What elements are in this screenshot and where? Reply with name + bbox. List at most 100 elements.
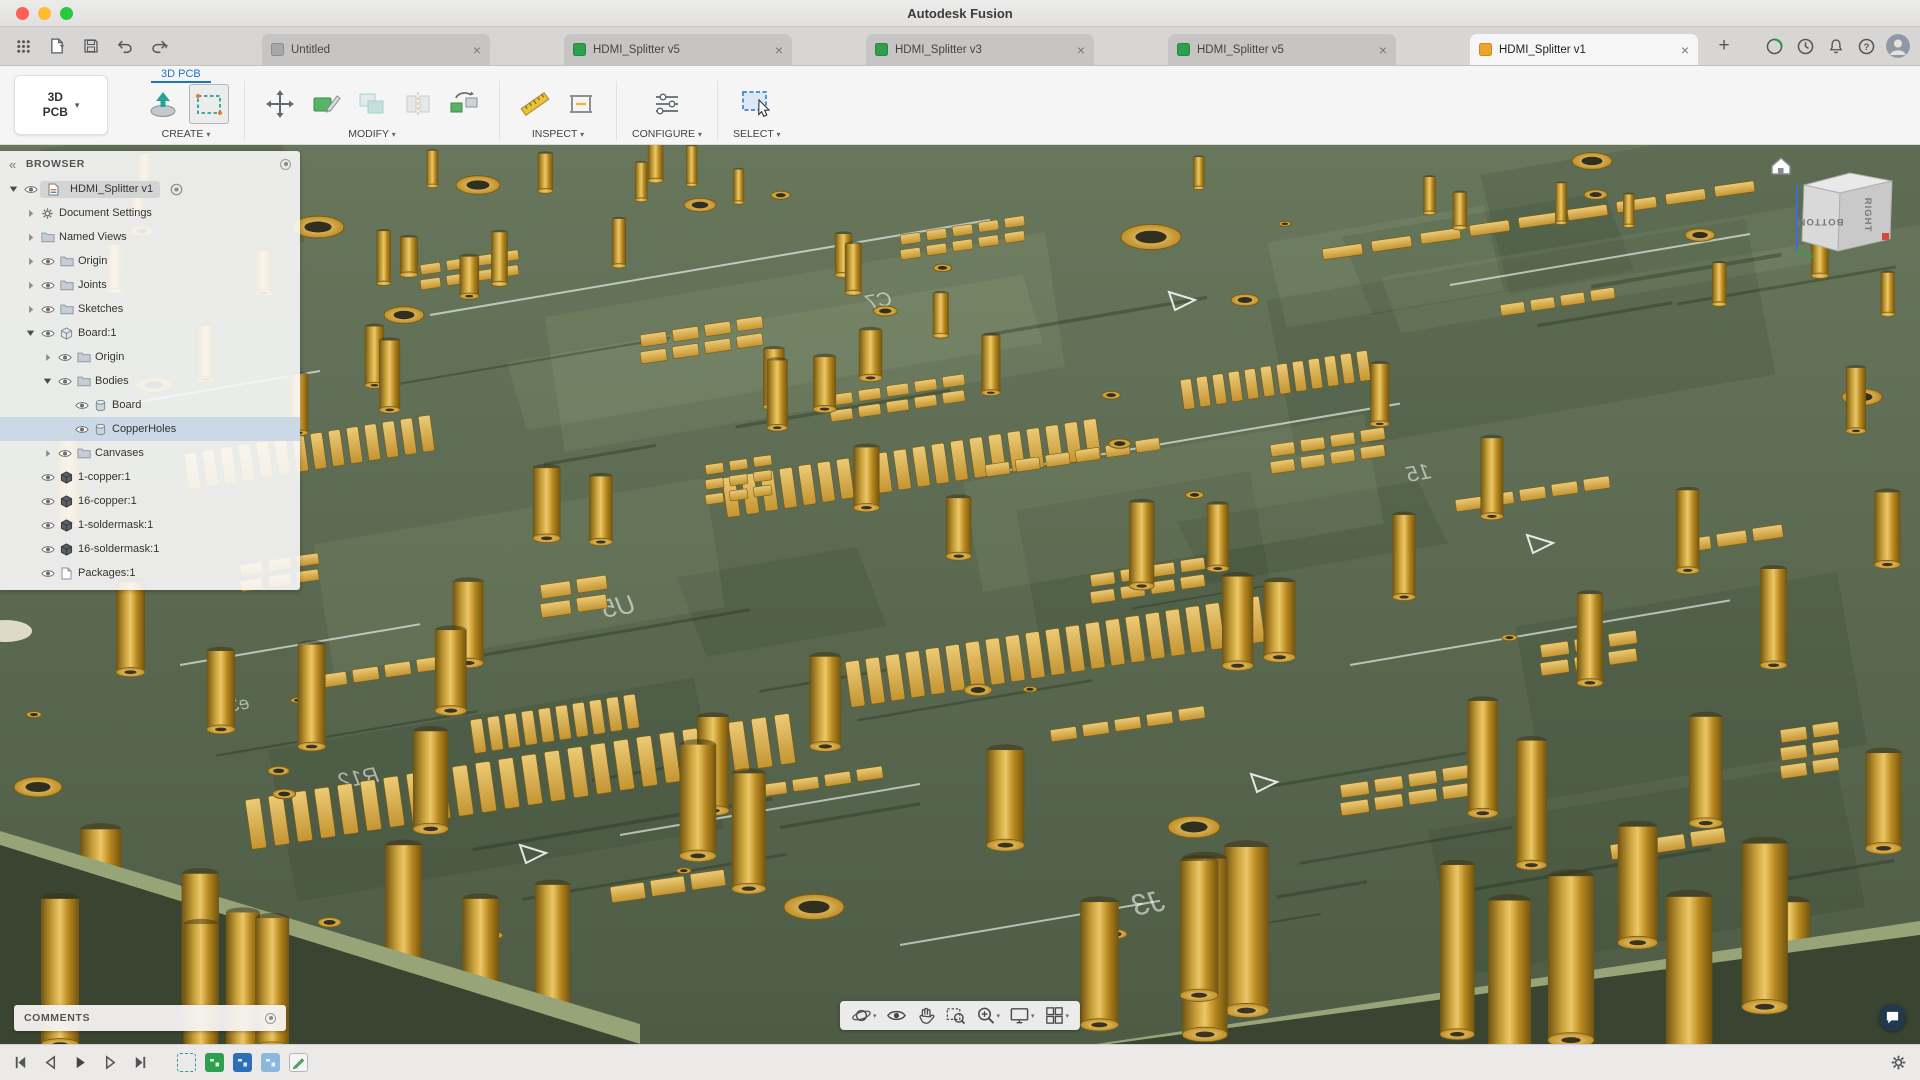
pan-tool-icon[interactable] <box>913 1004 937 1027</box>
zoom-tool-icon[interactable]: ▾ <box>972 1004 1002 1027</box>
tool-measure-button[interactable] <box>515 84 555 124</box>
toolbar-group-label[interactable]: SELECT ▾ <box>733 127 781 140</box>
collapse-panel-icon[interactable]: « <box>9 157 17 172</box>
comments-menu-dot-icon[interactable] <box>265 1013 276 1024</box>
visibility-eye-icon[interactable] <box>38 328 57 339</box>
browser-row-origin[interactable]: Origin <box>0 345 300 369</box>
undo-icon[interactable] <box>112 34 138 58</box>
timeline-chip-soldermask-feature[interactable] <box>261 1053 280 1072</box>
history-icon[interactable] <box>1796 37 1815 56</box>
visibility-eye-icon[interactable] <box>38 280 57 291</box>
timeline-settings-gear[interactable] <box>1890 1054 1907 1071</box>
document-tab-5[interactable]: HDMI_Splitter v1× <box>1470 34 1698 65</box>
display-tool-icon[interactable]: ▾ <box>1007 1004 1037 1027</box>
close-window-button[interactable] <box>16 7 29 20</box>
file-menu-icon[interactable]: ▾ <box>44 34 70 58</box>
browser-row-canvases[interactable]: Canvases <box>0 441 300 465</box>
tree-caret-icon[interactable] <box>23 305 38 314</box>
toolbar-group-label[interactable]: CONFIGURE ▾ <box>632 127 702 140</box>
timeline-chip-board-feature[interactable] <box>205 1053 224 1072</box>
orbit-tool-icon[interactable]: ▾ <box>849 1004 879 1027</box>
redo-icon[interactable]: ▾ <box>146 34 172 58</box>
visibility-eye-icon[interactable] <box>55 376 74 387</box>
zoom-window-tool-icon[interactable] <box>942 1004 967 1027</box>
minimize-window-button[interactable] <box>38 7 51 20</box>
timeline-step-back-button[interactable] <box>42 1054 59 1071</box>
close-tab-icon[interactable]: × <box>473 43 481 57</box>
tree-caret-icon[interactable] <box>40 449 55 458</box>
notifications-bell-icon[interactable] <box>1827 37 1845 56</box>
visibility-eye-icon[interactable] <box>38 304 57 315</box>
browser-row-hdmi-splitter-v1[interactable]: HDMI_Splitter v1 <box>0 177 300 201</box>
browser-row-bodies[interactable]: Bodies <box>0 369 300 393</box>
tree-caret-icon[interactable] <box>6 185 21 193</box>
visibility-eye-icon[interactable] <box>72 400 91 411</box>
comments-bar[interactable]: COMMENTS <box>14 1005 286 1031</box>
tool-move-button[interactable] <box>260 84 300 124</box>
panel-menu-dot-icon[interactable] <box>280 159 291 170</box>
visibility-eye-icon[interactable] <box>38 544 57 555</box>
visibility-eye-icon[interactable] <box>38 256 57 267</box>
tree-caret-icon[interactable] <box>40 377 55 385</box>
browser-row-packages-1[interactable]: Packages:1 <box>0 561 300 585</box>
tree-caret-icon[interactable] <box>23 329 38 337</box>
tool-align-button[interactable] <box>398 84 438 124</box>
browser-row-sketches[interactable]: Sketches <box>0 297 300 321</box>
apps-grid-icon[interactable] <box>10 34 36 58</box>
timeline-skip-start-button[interactable] <box>12 1054 29 1071</box>
document-tab-1[interactable]: Untitled× <box>262 34 490 65</box>
document-tab-2[interactable]: HDMI_Splitter v5× <box>564 34 792 65</box>
save-icon[interactable] <box>78 34 104 58</box>
browser-row-16-copper-1[interactable]: 16-copper:1 <box>0 489 300 513</box>
visibility-eye-icon[interactable] <box>21 184 40 195</box>
visibility-eye-icon[interactable] <box>72 424 91 435</box>
timeline-chip-sketch-feature[interactable] <box>289 1053 308 1072</box>
browser-row-1-copper-1[interactable]: 1-copper:1 <box>0 465 300 489</box>
visibility-eye-icon[interactable] <box>55 352 74 363</box>
job-status-icon[interactable] <box>1765 37 1784 56</box>
visibility-eye-icon[interactable] <box>38 520 57 531</box>
tool-configure-button[interactable] <box>647 84 687 124</box>
timeline-skip-end-button[interactable] <box>132 1054 149 1071</box>
close-tab-icon[interactable]: × <box>1681 43 1689 57</box>
document-tab-3[interactable]: HDMI_Splitter v3× <box>866 34 1094 65</box>
document-tab-4[interactable]: HDMI_Splitter v5× <box>1168 34 1396 65</box>
workspace-selector[interactable]: 3D PCB ▾ <box>14 75 108 135</box>
viewcube[interactable]: BOTTOM RIGHT <box>1768 151 1898 271</box>
timeline-chip-select-marker[interactable] <box>177 1053 196 1072</box>
help-icon[interactable]: ? <box>1857 37 1876 56</box>
browser-row-16-soldermask-1[interactable]: 16-soldermask:1 <box>0 537 300 561</box>
visibility-eye-icon[interactable] <box>38 496 57 507</box>
visibility-eye-icon[interactable] <box>38 568 57 579</box>
tool-create-board-button[interactable] <box>143 84 183 124</box>
browser-row-1-soldermask-1[interactable]: 1-soldermask:1 <box>0 513 300 537</box>
browser-row-joints[interactable]: Joints <box>0 273 300 297</box>
activate-component-radio[interactable] <box>170 183 183 196</box>
tree-caret-icon[interactable] <box>23 257 38 266</box>
visibility-eye-icon[interactable] <box>55 448 74 459</box>
tool-create-sketch-button[interactable] <box>189 84 229 124</box>
tree-caret-icon[interactable] <box>23 281 38 290</box>
toolbar-group-label[interactable]: MODIFY ▾ <box>348 127 396 140</box>
browser-row-board[interactable]: Board <box>0 393 300 417</box>
browser-row-board-1[interactable]: Board:1 <box>0 321 300 345</box>
tool-combine-button[interactable] <box>352 84 392 124</box>
viewport-3d[interactable]: U5J3R1215C7e3 « BROWSER HDMI_Splitter v1… <box>0 145 1920 1044</box>
browser-row-copperholes[interactable]: CopperHoles <box>0 417 300 441</box>
grid-tool-icon[interactable]: ▾ <box>1042 1004 1072 1027</box>
toolbar-group-label[interactable]: CREATE ▾ <box>162 127 211 140</box>
feedback-button[interactable] <box>1879 1004 1906 1031</box>
browser-row-named-views[interactable]: Named Views <box>0 225 300 249</box>
close-tab-icon[interactable]: × <box>775 43 783 57</box>
close-tab-icon[interactable]: × <box>1077 43 1085 57</box>
user-avatar[interactable] <box>1886 34 1910 58</box>
close-tab-icon[interactable]: × <box>1379 43 1387 57</box>
tool-replace-button[interactable] <box>444 84 484 124</box>
browser-row-document-settings[interactable]: Document Settings <box>0 201 300 225</box>
look-at-tool-icon[interactable] <box>883 1004 908 1027</box>
active-document-pill[interactable]: HDMI_Splitter v1 <box>40 181 160 198</box>
tree-caret-icon[interactable] <box>23 209 38 218</box>
timeline-step-forward-button[interactable] <box>102 1054 119 1071</box>
maximize-window-button[interactable] <box>60 7 73 20</box>
visibility-eye-icon[interactable] <box>38 472 57 483</box>
